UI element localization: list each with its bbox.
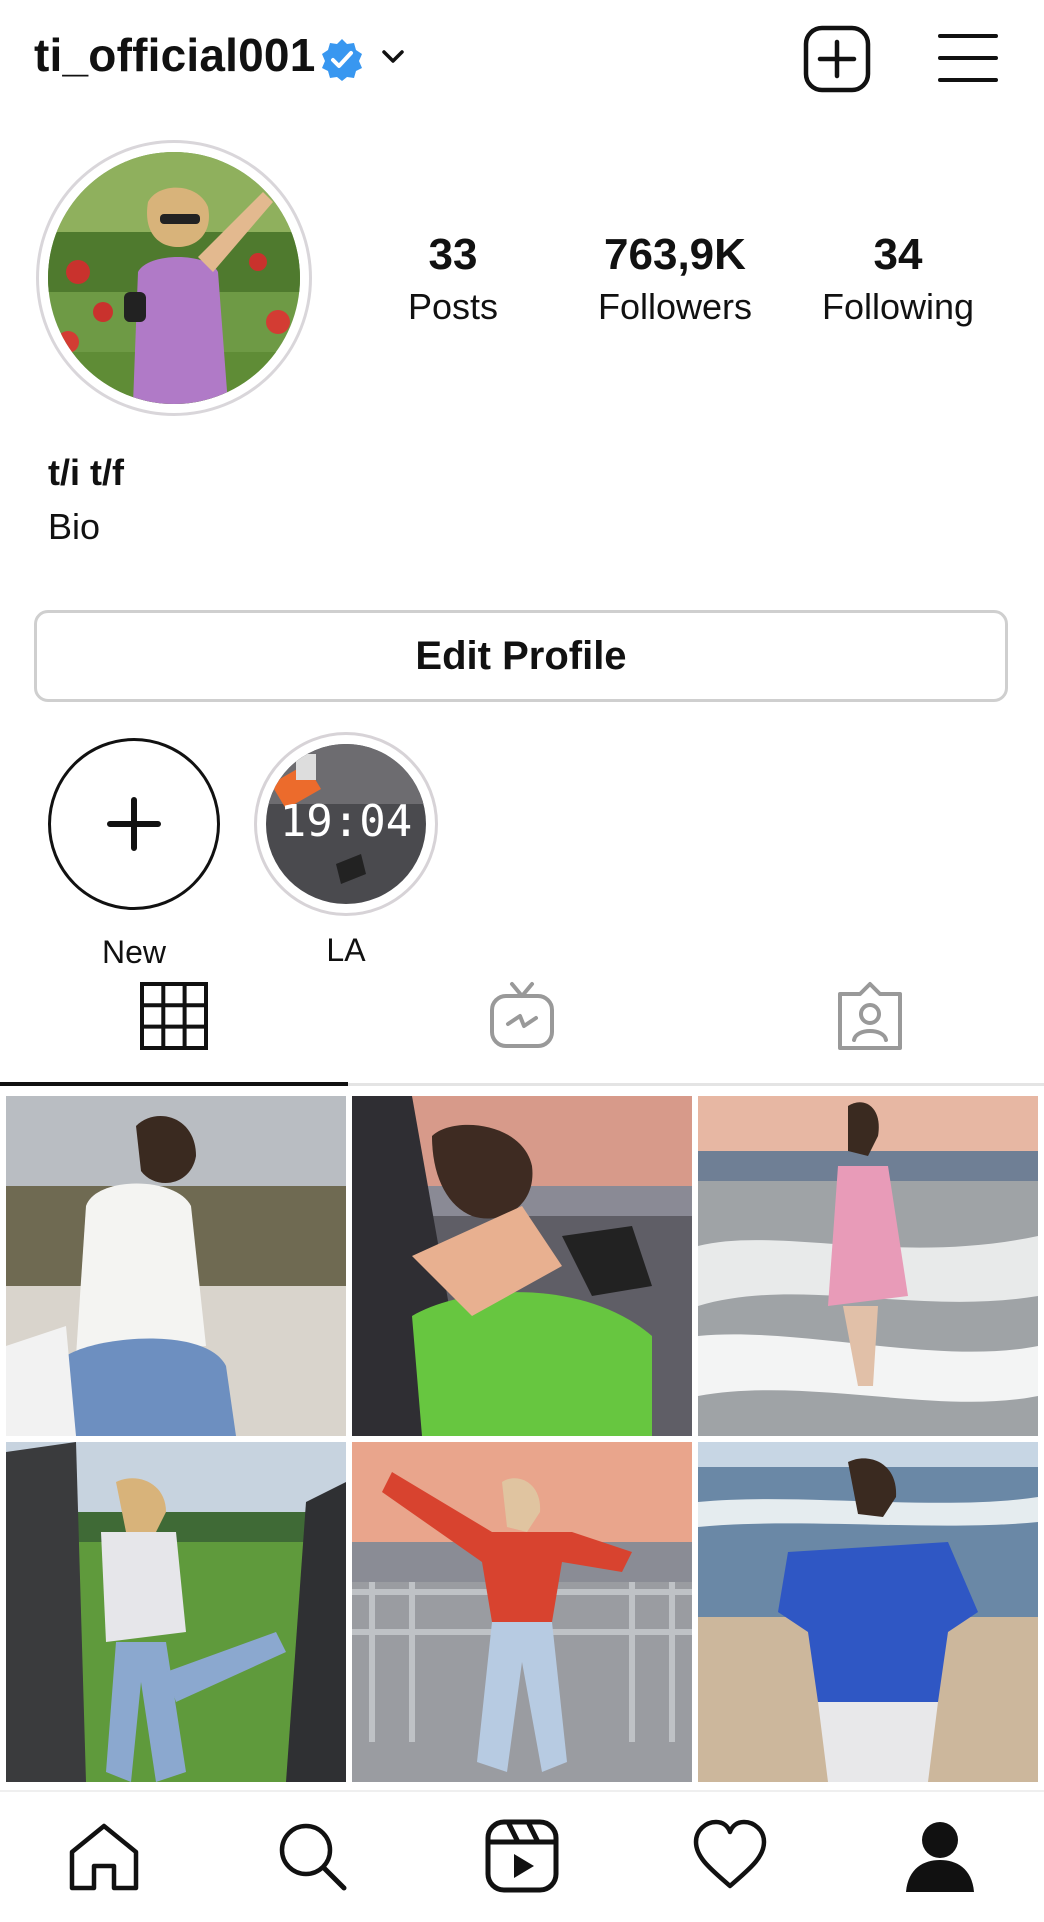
avatar[interactable] [48,152,300,404]
profile-icon[interactable] [902,1818,978,1894]
username[interactable]: ti_official001 [34,28,315,82]
new-highlight-button[interactable] [48,738,220,910]
post-thumbnail[interactable] [698,1442,1038,1782]
stat-value: 763,9K [604,230,746,279]
igtv-icon[interactable] [486,980,558,1052]
home-icon[interactable] [66,1818,142,1894]
post-thumbnail[interactable] [6,1442,346,1782]
post-thumbnail[interactable] [698,1096,1038,1436]
tagged-icon[interactable] [834,980,906,1052]
edit-profile-button[interactable]: Edit Profile [34,610,1008,702]
search-icon[interactable] [274,1818,350,1894]
stat-followers[interactable]: 763,9K Followers [565,230,785,330]
post-thumbnail[interactable] [352,1096,692,1436]
chevron-down-icon[interactable] [378,42,408,72]
plus-icon [107,797,161,851]
reels-icon[interactable] [484,1818,560,1894]
post-thumbnail[interactable] [6,1096,346,1436]
tab-active-indicator [0,1082,348,1086]
verified-badge-icon [322,39,362,81]
post-thumbnail[interactable] [352,1442,692,1782]
profile-bio: Bio [48,506,101,547]
heart-icon[interactable] [692,1818,768,1894]
highlight-label: LA [326,932,366,968]
new-post-icon[interactable] [802,24,872,94]
highlight-la[interactable]: 19:04 [266,744,426,904]
stat-posts[interactable]: 33 Posts [343,230,563,330]
menu-icon[interactable] [936,30,1000,86]
stat-following[interactable]: 34 Following [788,230,1008,330]
highlight-label: New [101,934,166,970]
profile-name: t/i t/f [48,452,124,493]
stat-label: Following [821,286,975,327]
stat-value: 33 [428,230,478,279]
stat-value: 34 [873,230,923,279]
stat-label: Followers [597,286,753,327]
grid-icon[interactable] [138,980,210,1052]
highlight-overlay-text: 19:04 [280,796,412,847]
stat-label: Posts [407,286,499,327]
